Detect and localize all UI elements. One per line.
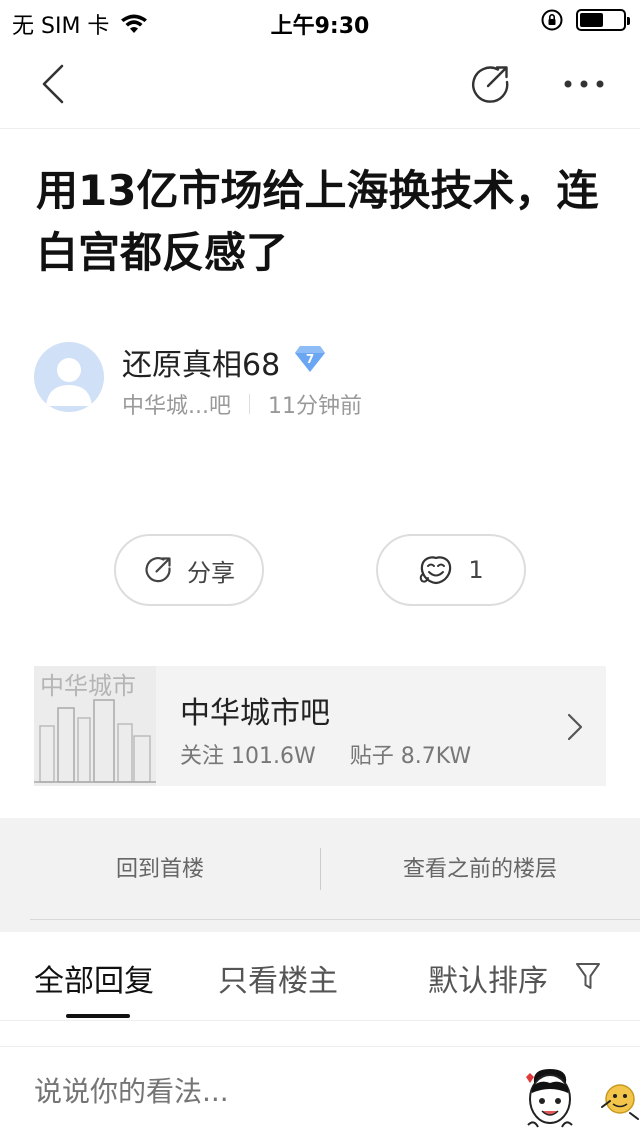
battery-icon [576,9,630,31]
reply-tabs: 全部回复 只看楼主 默认排序 [0,932,640,1021]
share-button[interactable]: 分享 [114,534,264,606]
share-icon [145,557,171,583]
meta-divider [248,394,250,414]
forum-thumbnail-image: 中华城市 [34,666,156,786]
follow-count: 101.6W [231,744,316,769]
level-badge-icon: 7 [295,346,325,372]
emoji-button[interactable] [598,1063,640,1136]
sort-selector[interactable]: 默认排序 [428,956,548,1000]
follow-label: 关注 [180,744,225,769]
chevron-left-icon[interactable] [36,62,76,106]
forum-name: 中华城市吧 [180,696,330,731]
battery-fill [580,13,603,27]
emoji-face-icon [601,1084,639,1120]
post-time: 11分钟前 [267,394,362,419]
orientation-lock-icon [541,9,563,31]
forum-thumbnail: 中华城市 [34,666,156,786]
like-count: 1 [468,556,484,584]
sticker-face-icon [526,1069,573,1128]
active-tab-indicator [66,1014,130,1018]
floor-navigation: 回到首楼 查看之前的楼层 [0,818,640,932]
forum-thumbnail-text: 中华城市 [40,672,136,700]
filter-icon[interactable] [574,960,602,992]
comment-input[interactable] [34,1075,494,1108]
chevron-right-icon [567,713,583,741]
like-icon [420,556,452,585]
author-name[interactable]: 还原真相68 [122,340,280,384]
posts-label: 贴子 [349,744,394,769]
status-right [540,8,630,32]
post-title: 用13亿市场给上海换技术，连白宫都反感了 [36,166,599,277]
like-button[interactable]: 1 [376,534,526,606]
forum-card[interactable]: 中华城市 中华城市吧 关注 101.6W 贴子 8.7KW [34,666,606,786]
back-to-first-floor-button[interactable]: 回到首楼 [0,848,320,892]
tab-all-replies[interactable]: 全部回复 [34,956,154,1000]
forum-stats: 关注 101.6W 贴子 8.7KW [180,738,471,770]
status-bar: 无 SIM 卡 上午9:30 [0,0,640,40]
posts-count: 8.7KW [400,744,472,769]
share-icon[interactable] [468,62,512,106]
default-avatar-icon [46,358,92,406]
share-label: 分享 [187,558,235,587]
more-icon[interactable] [560,62,608,106]
author-forum: 中华城...吧 [122,394,231,419]
tab-author-only[interactable]: 只看楼主 [218,956,338,1000]
floor-nav-bottom-line [30,919,640,920]
sticker-button[interactable] [520,1063,580,1136]
nav-bar [0,40,640,129]
avatar[interactable] [34,342,104,412]
level-number: 7 [306,352,314,366]
post-meta: 中华城...吧 11分钟前 [122,388,362,420]
comment-bar [0,1046,640,1136]
post-detail-page: 无 SIM 卡 上午9:30 用13亿市场给上海换技术，连白宫都反感了 还原真相… [0,0,640,1136]
view-previous-floors-button[interactable]: 查看之前的楼层 [320,848,640,892]
